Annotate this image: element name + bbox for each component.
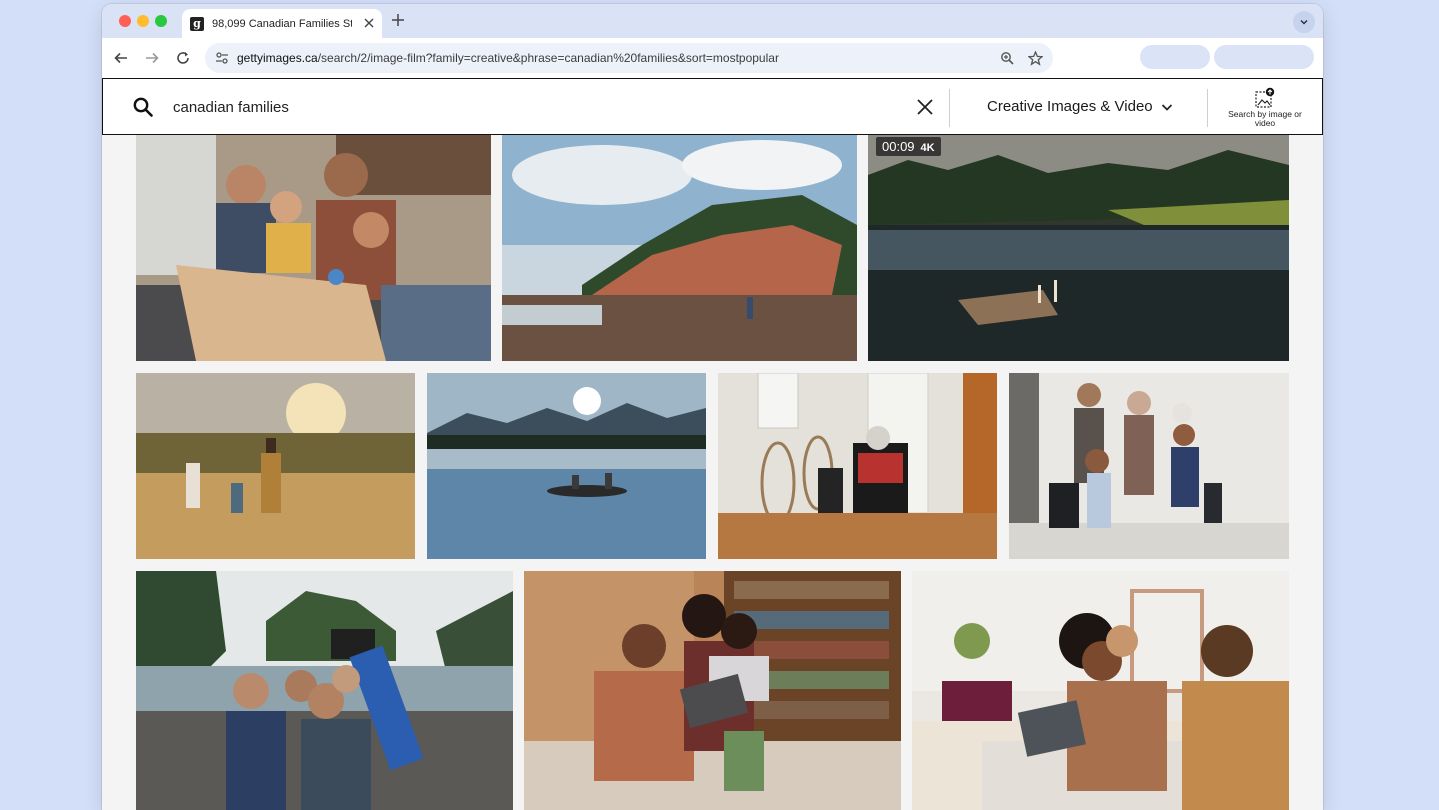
result-image-9[interactable]: [524, 571, 901, 810]
search-by-image-label: Search by image or video: [1228, 109, 1302, 128]
browser-toolbar: gettyimages.ca/search/2/image-film?famil…: [102, 38, 1323, 78]
result-image-6[interactable]: [718, 373, 997, 559]
address-bar[interactable]: gettyimages.ca/search/2/image-film?famil…: [205, 43, 1053, 73]
zoom-icon[interactable]: [999, 50, 1015, 66]
close-window-button[interactable]: [119, 15, 131, 27]
maximize-window-button[interactable]: [155, 15, 167, 27]
minimize-window-button[interactable]: [137, 15, 149, 27]
result-image-10[interactable]: [912, 571, 1289, 810]
url-text: gettyimages.ca/search/2/image-film?famil…: [237, 51, 779, 65]
url-path: /search/2/image-film?family=creative&phr…: [317, 51, 779, 65]
result-image-8[interactable]: [136, 571, 513, 810]
search-by-image-button[interactable]: Search by image or video: [1228, 87, 1302, 128]
back-arrow-icon[interactable]: [111, 48, 131, 68]
result-image-1[interactable]: [136, 135, 491, 361]
clear-search-icon[interactable]: [916, 98, 934, 116]
image-upload-icon: [1255, 87, 1275, 108]
site-settings-icon[interactable]: [214, 50, 230, 66]
profile-chip[interactable]: [1140, 45, 1210, 69]
result-image-2[interactable]: [502, 135, 857, 361]
new-tab-icon[interactable]: [392, 10, 404, 31]
category-label: Creative Images & Video: [987, 98, 1153, 115]
getty-favicon-icon: g: [190, 16, 204, 31]
bookmark-star-icon[interactable]: [1027, 50, 1043, 66]
chevron-down-icon: [1161, 103, 1172, 111]
page-content: 00:09 4K canadian families Creative Imag…: [102, 78, 1323, 810]
reload-icon[interactable]: [173, 48, 193, 68]
browser-tab[interactable]: g 98,099 Canadian Families Sto: [182, 9, 382, 38]
category-dropdown[interactable]: Creative Images & Video: [987, 98, 1173, 115]
search-icon[interactable]: [133, 97, 153, 117]
result-image-7[interactable]: [1009, 373, 1289, 559]
video-duration-badge: 00:09 4K: [876, 137, 941, 156]
result-image-3-video[interactable]: 00:09 4K: [868, 135, 1289, 361]
search-divider-2: [1207, 89, 1208, 127]
forward-arrow-icon[interactable]: [142, 48, 162, 68]
result-image-5[interactable]: [427, 373, 706, 559]
search-bar: Creative Images & Video Search by image …: [102, 78, 1323, 135]
tab-title: 98,099 Canadian Families Sto: [212, 17, 352, 30]
result-image-4[interactable]: [136, 373, 415, 559]
url-domain: gettyimages.ca: [237, 51, 318, 65]
search-divider: [949, 89, 950, 127]
browser-window: g 98,099 Canadian Families Sto gettyimag…: [102, 4, 1323, 810]
tab-search-chevron-icon[interactable]: [1293, 11, 1315, 33]
tab-close-icon[interactable]: [364, 15, 374, 31]
video-duration: 00:09: [882, 139, 915, 154]
extension-chip[interactable]: [1214, 45, 1314, 69]
tab-strip: g 98,099 Canadian Families Sto: [102, 4, 1323, 38]
video-quality: 4K: [920, 142, 935, 154]
search-input[interactable]: [173, 92, 893, 122]
